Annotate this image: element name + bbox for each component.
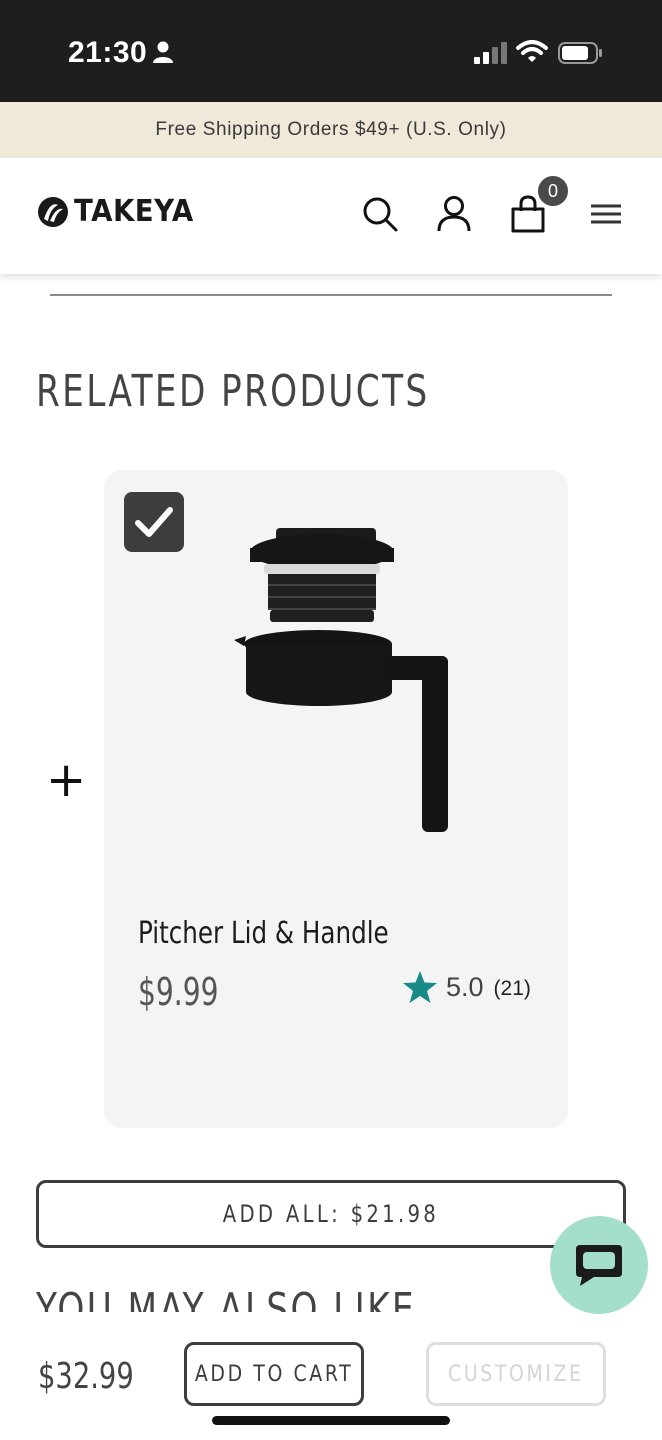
- wifi-icon: [516, 40, 548, 62]
- star-icon: [403, 971, 437, 1003]
- product-price: $9.99: [138, 970, 219, 1014]
- chat-icon: [576, 1245, 622, 1286]
- takeya-logo[interactable]: TAKEYA: [36, 194, 204, 229]
- search-icon: [363, 197, 398, 232]
- search-button[interactable]: [360, 194, 400, 234]
- also-like-title: YOU MAY ALSO LIKE: [36, 1284, 416, 1312]
- product-rating: 5.0 (21): [402, 970, 531, 1004]
- rating-value: 5.0: [446, 971, 484, 1002]
- menu-button[interactable]: [586, 194, 626, 234]
- add-all-label: ADD ALL: $21.98: [222, 1200, 440, 1228]
- account-button[interactable]: [434, 194, 474, 234]
- menu-icon: [591, 204, 621, 224]
- promo-text: Free Shipping Orders $49+ (U.S. Only): [155, 119, 507, 140]
- account-icon: [437, 196, 471, 232]
- related-products-title: RELATED PRODUCTS: [36, 366, 430, 417]
- product-image[interactable]: [232, 526, 452, 836]
- chat-button[interactable]: [550, 1216, 648, 1314]
- section-divider: [50, 294, 612, 296]
- review-count: (21): [493, 977, 531, 1000]
- check-icon: [135, 507, 173, 537]
- product-name[interactable]: Pitcher Lid & Handle: [138, 916, 389, 951]
- logo-text: TAKEYA: [74, 194, 194, 229]
- battery-icon: [558, 42, 602, 64]
- takeya-logo-mark: [38, 196, 68, 227]
- user-icon: [153, 41, 173, 63]
- signal-icon: [474, 42, 507, 64]
- add-to-cart-button[interactable]: ADD TO CART: [184, 1342, 364, 1406]
- also-like-section: YOU MAY ALSO LIKE: [36, 1282, 556, 1312]
- add-all-button[interactable]: ADD ALL: $21.98: [36, 1180, 626, 1248]
- customize-label: CUSTOMIZE: [448, 1361, 584, 1387]
- site-header: TAKEYA: [0, 158, 662, 274]
- promo-banner: Free Shipping Orders $49+ (U.S. Only): [0, 102, 662, 158]
- main-product-price: $32.99: [38, 1356, 134, 1397]
- add-to-cart-label: ADD TO CART: [194, 1361, 354, 1387]
- home-indicator: [212, 1416, 450, 1425]
- plus-sign: +: [46, 752, 87, 808]
- related-product-card[interactable]: Pitcher Lid & Handle $9.99 5.0 (21): [104, 470, 568, 1128]
- status-time: 21:30: [68, 36, 148, 69]
- status-bar: 21:30: [0, 0, 662, 102]
- cart-count-badge: 0: [536, 174, 570, 208]
- customize-button[interactable]: CUSTOMIZE: [426, 1342, 606, 1406]
- product-select-checkbox[interactable]: [124, 492, 184, 552]
